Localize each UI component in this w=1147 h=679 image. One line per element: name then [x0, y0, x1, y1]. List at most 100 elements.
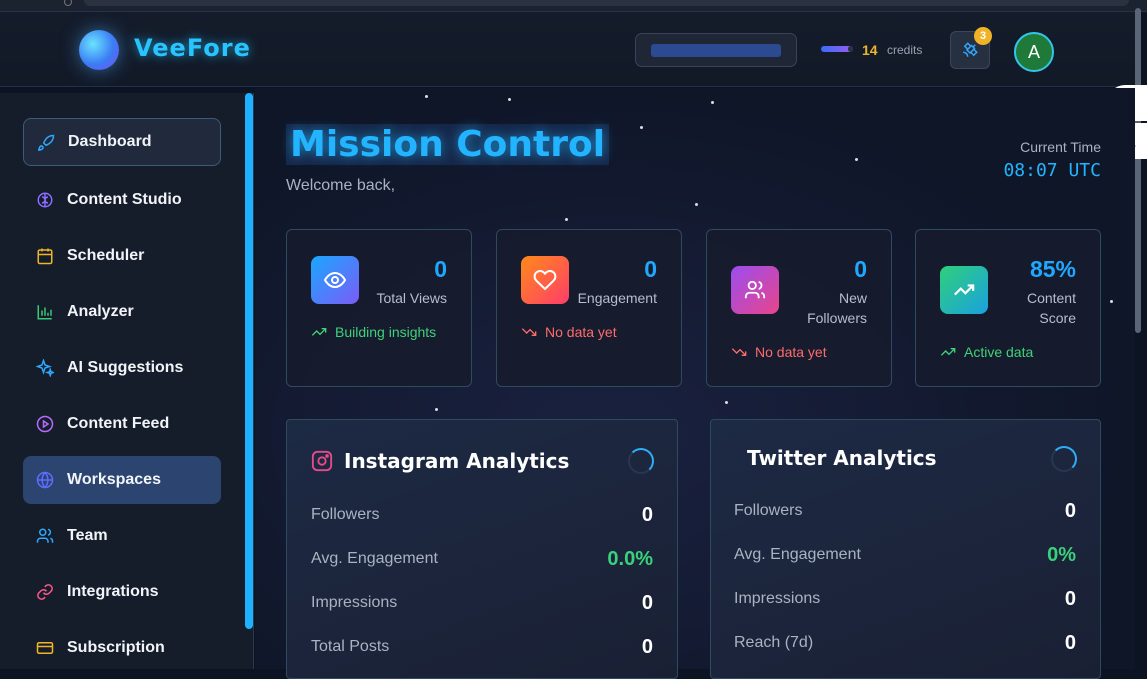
users-icon [36, 528, 54, 543]
stat-trend-text: No data yet [755, 344, 827, 360]
top-header: VeeFore 14 credits 3 A [0, 12, 1135, 87]
browser-top-strip [0, 0, 1147, 12]
credits-label: credits [887, 43, 923, 57]
search-input[interactable] [635, 33, 797, 67]
sidebar: Dashboard Content Studio Scheduler Analy… [0, 93, 254, 669]
stat-label: Engagement [577, 290, 657, 306]
app-logo-text[interactable]: VeeFore [134, 34, 251, 62]
metric-value: 0 [1064, 632, 1076, 654]
browser-info-icon[interactable] [64, 0, 72, 6]
credits-count: 14 [862, 42, 878, 58]
metric-label: Total Posts [311, 638, 390, 655]
welcome-text: Welcome back, [286, 177, 396, 194]
sidebar-item-label: Dashboard [68, 133, 152, 150]
metric-value: 0 [641, 592, 653, 614]
calendar-icon [37, 248, 53, 265]
play-circle-icon [36, 415, 54, 433]
stat-card-engagement[interactable]: 0 Engagement No data yet [496, 229, 682, 387]
search-placeholder-bar [651, 44, 781, 57]
trend-up-icon [940, 348, 956, 356]
page-title: Mission Control [286, 124, 610, 165]
metric-value: 0 [641, 504, 653, 526]
sidebar-item-scheduler[interactable]: Scheduler [23, 232, 221, 280]
sidebar-scrollbar[interactable] [245, 93, 253, 629]
metric-value: 0 [641, 636, 653, 658]
link-icon [37, 584, 53, 600]
stat-trend: Active data [940, 344, 1033, 360]
twitter-analytics-panel: Twitter Analytics Followers 0 Avg. Engag… [710, 419, 1101, 679]
stat-card-total-views[interactable]: 0 Total Views Building insights [286, 229, 472, 387]
sidebar-item-subscription[interactable]: Subscription [23, 624, 221, 672]
user-avatar[interactable]: A [1014, 32, 1054, 72]
metric-value: 0.0% [607, 548, 653, 570]
metric-label: Avg. Engagement [734, 546, 861, 563]
sidebar-item-integrations[interactable]: Integrations [23, 568, 221, 616]
stat-value: 0 [644, 256, 657, 282]
star-decoration [1110, 300, 1113, 303]
stat-label: New Followers [807, 290, 867, 326]
sidebar-item-workspaces[interactable]: Workspaces [23, 456, 221, 504]
metric-label: Impressions [311, 594, 398, 611]
loading-spinner-icon [1051, 446, 1077, 472]
satellite-icon [963, 42, 978, 57]
star-decoration [508, 98, 511, 101]
sidebar-item-label: Scheduler [67, 247, 145, 264]
sidebar-item-label: Content Feed [67, 415, 170, 432]
metric-label: Impressions [734, 590, 821, 607]
trending-up-icon [940, 266, 988, 314]
sidebar-item-label: Analyzer [67, 303, 134, 320]
main-content: Mission Control Welcome back, Current Ti… [255, 88, 1135, 679]
stat-trend: Building insights [311, 324, 436, 340]
stat-card-new-followers[interactable]: 0 New Followers No data yet [706, 229, 892, 387]
sidebar-item-label: Content Studio [67, 191, 182, 208]
rocket-icon [37, 134, 55, 152]
stat-label: Content Score [1026, 290, 1076, 326]
current-time-label: Current Time [1020, 139, 1101, 155]
metric-value: 0% [1047, 544, 1076, 566]
star-decoration [425, 95, 428, 98]
bar-chart-icon [37, 305, 52, 320]
star-decoration [695, 203, 698, 206]
notification-badge: 3 [974, 27, 992, 45]
stat-trend: No data yet [521, 324, 617, 340]
stat-trend-text: No data yet [545, 324, 617, 340]
star-decoration [725, 401, 728, 404]
sparkles-icon [36, 359, 54, 377]
page-scrollbar[interactable] [1135, 8, 1141, 333]
stat-card-content-score[interactable]: 85% Content Score Active data [915, 229, 1101, 387]
users-icon [731, 266, 779, 314]
loading-spinner-icon [628, 448, 654, 474]
sidebar-item-label: Workspaces [67, 471, 161, 488]
trend-up-icon [311, 328, 327, 336]
metric-label: Followers [311, 506, 380, 523]
sidebar-item-content-feed[interactable]: Content Feed [23, 400, 221, 448]
metric-value: 0 [1064, 500, 1076, 522]
sidebar-item-dashboard[interactable]: Dashboard [23, 118, 221, 166]
panel-title: Twitter Analytics [747, 446, 937, 470]
instagram-icon [311, 450, 333, 472]
panel-title: Instagram Analytics [344, 449, 570, 473]
sidebar-item-analyzer[interactable]: Analyzer [23, 288, 221, 336]
metric-label: Avg. Engagement [311, 550, 438, 567]
star-decoration [855, 158, 858, 161]
stat-trend-text: Active data [964, 344, 1034, 360]
credit-card-icon [36, 642, 54, 654]
stat-value: 0 [854, 256, 867, 282]
star-decoration [640, 126, 643, 129]
logo-orb-icon [79, 30, 119, 70]
stat-label: Total Views [376, 290, 447, 306]
metric-label: Followers [734, 502, 803, 519]
sidebar-item-team[interactable]: Team [23, 512, 221, 560]
browser-address-bar[interactable] [84, 0, 1129, 6]
globe-icon [36, 471, 54, 489]
sidebar-item-content-studio[interactable]: Content Studio [23, 176, 221, 224]
stat-value: 0 [434, 256, 447, 282]
sidebar-item-label: Subscription [67, 639, 165, 656]
star-decoration [711, 101, 714, 104]
trend-down-icon [731, 348, 747, 356]
sidebar-item-ai-suggestions[interactable]: AI Suggestions [23, 344, 221, 392]
sidebar-item-label: Integrations [67, 583, 159, 600]
stat-value: 85% [1029, 256, 1076, 282]
instagram-analytics-panel: Instagram Analytics Followers 0 Avg. Eng… [286, 419, 678, 679]
stat-trend-text: Building insights [335, 324, 437, 340]
